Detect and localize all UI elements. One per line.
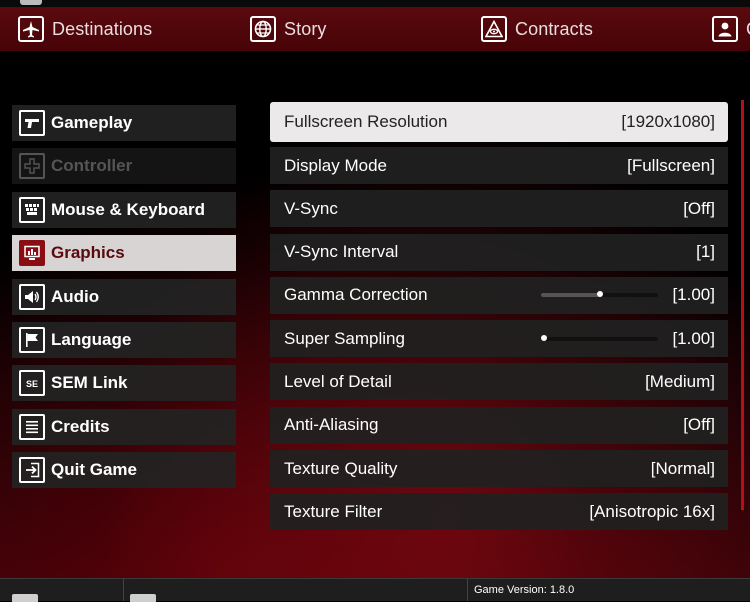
- svg-text:SE: SE: [26, 379, 38, 389]
- setting-name: Super Sampling: [284, 328, 405, 348]
- setting-v-sync[interactable]: V-Sync [Off]: [270, 190, 728, 228]
- top-tab-hint: [20, 0, 42, 5]
- setting-fullscreen-resolution[interactable]: Fullscreen Resolution [1920x1080]: [270, 102, 728, 142]
- setting-texture-quality[interactable]: Texture Quality [Normal]: [270, 450, 728, 488]
- dpad-icon: [19, 153, 45, 180]
- slider-fill: [541, 293, 601, 298]
- speaker-icon: [19, 283, 45, 310]
- monitor-icon: [19, 240, 45, 267]
- divider: [123, 579, 124, 601]
- list-icon: [19, 413, 45, 440]
- contracts-eye-icon: [481, 16, 507, 42]
- graphics-settings-list: Fullscreen Resolution [1920x1080] Displa…: [270, 102, 728, 537]
- footer-button-prompt[interactable]: [12, 594, 38, 602]
- gamma-slider-group: [1.00]: [541, 285, 715, 305]
- setting-name: Texture Filter: [284, 501, 383, 521]
- super-sampling-slider[interactable]: [541, 334, 659, 341]
- tab-destinations[interactable]: Destinations: [18, 15, 152, 43]
- tab-label: Story: [284, 18, 327, 39]
- tab-contracts[interactable]: Contracts: [481, 15, 593, 43]
- setting-name: Level of Detail: [284, 371, 392, 391]
- setting-value: [1920x1080]: [621, 112, 715, 131]
- setting-name: Fullscreen Resolution: [284, 112, 448, 131]
- setting-super-sampling[interactable]: Super Sampling [1.00]: [270, 320, 728, 358]
- top-strip: [0, 0, 750, 7]
- setting-value: [Off]: [683, 415, 715, 435]
- globe-icon: [250, 16, 276, 42]
- top-navigation: Destinations Story Contracts C: [0, 7, 750, 51]
- setting-texture-filter[interactable]: Texture Filter [Anisotropic 16x]: [270, 493, 728, 531]
- tab-story[interactable]: Story: [250, 15, 327, 43]
- setting-level-of-detail[interactable]: Level of Detail [Medium]: [270, 363, 728, 401]
- menu-item-label: Audio: [51, 286, 100, 306]
- se-icon: SE: [19, 370, 45, 397]
- settings-category-menu: Gameplay Controller Mouse & Keyboard Gra…: [12, 105, 236, 496]
- setting-anti-aliasing[interactable]: Anti-Aliasing [Off]: [270, 406, 728, 444]
- setting-value: [Fullscreen]: [627, 155, 715, 175]
- tab-label: C: [746, 19, 750, 40]
- super-sampling-slider-group: [1.00]: [541, 329, 715, 349]
- menu-item-credits[interactable]: Credits: [12, 408, 236, 445]
- menu-item-label: Mouse & Keyboard: [51, 199, 205, 219]
- setting-value: [Off]: [683, 198, 715, 218]
- setting-name: V-Sync Interval: [284, 242, 399, 262]
- menu-item-mouse-keyboard[interactable]: Mouse & Keyboard: [12, 191, 236, 228]
- setting-display-mode[interactable]: Display Mode [Fullscreen]: [270, 147, 728, 184]
- pistol-icon: [19, 110, 45, 136]
- footer-bar: Game Version: 1.8.0: [0, 578, 750, 602]
- menu-item-label: Gameplay: [51, 113, 133, 132]
- setting-value: [1.00]: [672, 285, 715, 305]
- setting-name: Texture Quality: [284, 458, 398, 478]
- setting-name: Display Mode: [284, 155, 387, 175]
- setting-name: V-Sync: [284, 198, 338, 218]
- slider-knob[interactable]: [541, 334, 548, 341]
- exit-icon: [19, 457, 45, 484]
- divider: [467, 579, 468, 601]
- airplane-icon: [18, 16, 44, 42]
- menu-item-label: Quit Game: [51, 460, 137, 480]
- setting-name: Gamma Correction: [284, 285, 428, 305]
- menu-item-label: Credits: [51, 416, 110, 436]
- menu-item-label: Language: [51, 329, 132, 349]
- setting-value: [Medium]: [645, 371, 715, 391]
- tab-profile[interactable]: C: [712, 15, 750, 43]
- setting-value: [1.00]: [672, 328, 715, 348]
- setting-value: [Normal]: [650, 458, 715, 478]
- menu-item-language[interactable]: Language: [12, 321, 236, 358]
- menu-item-label: Graphics: [51, 243, 125, 263]
- menu-item-audio[interactable]: Audio: [12, 278, 236, 315]
- menu-item-quit-game[interactable]: Quit Game: [12, 452, 236, 489]
- menu-item-graphics[interactable]: Graphics: [12, 235, 236, 272]
- tab-label: Contracts: [515, 18, 593, 39]
- menu-item-sem-link[interactable]: SE SEM Link: [12, 365, 236, 402]
- menu-item-label: Controller: [51, 156, 133, 176]
- setting-name: Anti-Aliasing: [284, 415, 379, 435]
- footer-button-prompt[interactable]: [130, 594, 156, 602]
- setting-value: [1]: [696, 242, 715, 262]
- flag-icon: [19, 326, 45, 353]
- setting-gamma-correction[interactable]: Gamma Correction [1.00]: [270, 276, 728, 314]
- setting-v-sync-interval[interactable]: V-Sync Interval [1]: [270, 233, 728, 271]
- game-version: Game Version: 1.8.0: [474, 584, 575, 596]
- slider-knob[interactable]: [597, 291, 604, 298]
- setting-value: [Anisotropic 16x]: [589, 501, 715, 521]
- menu-item-gameplay[interactable]: Gameplay: [12, 105, 236, 141]
- menu-item-controller: Controller: [12, 148, 236, 185]
- profile-icon: [712, 16, 738, 42]
- settings-scrollbar[interactable]: [741, 100, 744, 510]
- keyboard-icon: [19, 196, 45, 223]
- tab-label: Destinations: [52, 18, 153, 39]
- menu-item-label: SEM Link: [51, 373, 128, 393]
- gamma-slider[interactable]: [541, 291, 659, 298]
